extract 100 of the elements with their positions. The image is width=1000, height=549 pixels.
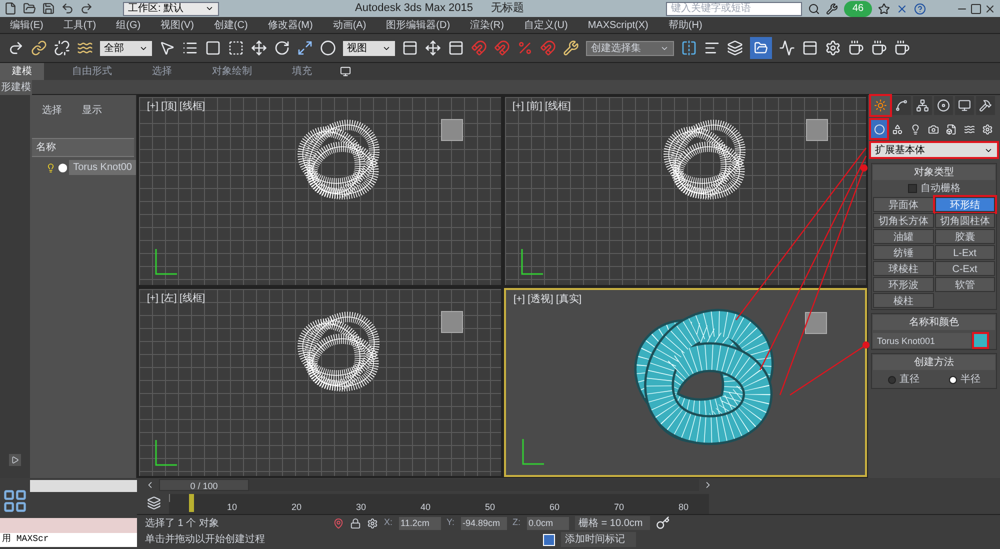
select-object-icon[interactable] [159, 40, 175, 56]
selection-filter-dropdown[interactable]: 全部 [100, 40, 152, 56]
search-icon[interactable] [808, 2, 820, 14]
radio-button[interactable] [888, 376, 896, 384]
menu-item[interactable]: 创建(C) [204, 18, 258, 32]
panel-tab-icon[interactable] [895, 99, 908, 112]
category-icon[interactable] [982, 124, 992, 134]
menu-item[interactable]: 编辑(E) [0, 18, 54, 32]
menu-item[interactable]: 视图(V) [150, 18, 204, 32]
time-slider[interactable]: 0 / 100 [159, 479, 699, 491]
viewport-layout-icon[interactable] [2, 488, 28, 514]
color-swatch[interactable] [974, 334, 987, 347]
time-tag-toggle[interactable] [543, 534, 555, 546]
z-coordinate-field[interactable]: 0.0cm [526, 516, 569, 530]
maxscript-mini-listener[interactable]: 用 MAXScr [0, 533, 137, 547]
viewport-label[interactable]: [+] [透视] [真实] [506, 290, 590, 306]
menu-item[interactable]: 工具(T) [53, 18, 106, 32]
maximize-icon[interactable] [970, 2, 982, 14]
viewport-label[interactable]: [+] [顶] [线框] [139, 97, 214, 114]
object-type-button[interactable]: 棱柱 [873, 293, 934, 308]
layers-icon[interactable] [727, 40, 743, 56]
object-type-button[interactable]: 切角长方体 [873, 213, 934, 228]
command-panel-tab[interactable] [934, 96, 953, 115]
current-frame-marker[interactable] [189, 494, 194, 512]
panel-tab-icon[interactable] [958, 99, 971, 112]
object-type-button[interactable]: 环形结 [934, 197, 995, 212]
explorer-scrollbar[interactable] [30, 480, 137, 492]
ribbon-tab[interactable]: 自由形式 [60, 63, 124, 80]
object-type-button[interactable]: 油罐 [873, 229, 934, 244]
light-bulb-icon[interactable] [46, 162, 56, 172]
time-slider-thumb[interactable]: 0 / 100 [159, 479, 249, 491]
command-panel-tab[interactable] [892, 96, 911, 115]
folder-icon[interactable] [754, 41, 768, 55]
menu-item[interactable]: MAXScript(X) [578, 18, 658, 32]
column-header[interactable]: 名称 [32, 138, 134, 157]
search-field[interactable]: 键入关键字或短语 [666, 2, 802, 16]
command-panel-tab[interactable] [976, 96, 995, 115]
lock-icon[interactable] [350, 518, 361, 528]
object-name-field[interactable]: Torus Knot001 [873, 333, 971, 348]
ribbon-tab[interactable]: 建模 [0, 63, 44, 80]
help-icon[interactable] [914, 2, 926, 14]
reference-coordinate-dropdown[interactable]: 视图 [343, 40, 395, 56]
menu-item[interactable]: 自定义(U) [514, 18, 578, 32]
category-icon[interactable] [892, 124, 902, 134]
object-type-button[interactable]: 异面体 [873, 197, 934, 212]
panel-tab-icon[interactable] [937, 99, 950, 112]
category-icon[interactable] [910, 124, 920, 134]
named-selection-dropdown[interactable]: 创建选择集 [586, 40, 674, 56]
explorer-menu-item[interactable]: 显示 [82, 103, 102, 118]
menu-item[interactable]: 帮助(H) [658, 18, 712, 32]
object-type-button[interactable]: 软管 [934, 277, 995, 292]
radio-button[interactable] [948, 376, 956, 384]
scene-explorer-toggle[interactable] [750, 37, 772, 59]
category-icon[interactable] [946, 124, 956, 134]
move-icon[interactable] [251, 40, 267, 56]
rollout-title[interactable]: 名称和颜色 [873, 315, 995, 330]
category-icon[interactable] [874, 124, 884, 134]
rollout-title[interactable]: 创建方法 [873, 355, 995, 370]
redo-icon[interactable] [80, 2, 93, 15]
waves-icon[interactable] [77, 40, 93, 56]
menu-item[interactable]: 渲染(R) [460, 18, 514, 32]
save-icon[interactable] [42, 2, 55, 15]
explorer-menu-item[interactable]: 选择 [42, 103, 62, 118]
unlink-icon[interactable] [54, 40, 70, 56]
object-type-button[interactable]: 球棱柱 [873, 261, 934, 276]
panel-tab-icon[interactable] [979, 99, 992, 112]
mirror-icon[interactable] [681, 40, 697, 56]
ribbon-tab[interactable]: 对象绘制 [200, 63, 264, 80]
add-time-tag[interactable]: 添加时间标记 [561, 532, 636, 547]
window-crossing-icon[interactable] [228, 40, 244, 56]
scene-object-row[interactable]: Torus Knot00 [69, 160, 136, 175]
category-dropdown[interactable]: 扩展基本体 [871, 143, 997, 157]
category-button[interactable] [871, 120, 887, 138]
ribbon-tab[interactable]: 填充 [280, 63, 324, 80]
y-coordinate-field[interactable]: -94.89cm [460, 516, 507, 530]
menu-item[interactable]: 动画(A) [322, 18, 376, 32]
link-icon[interactable] [31, 40, 47, 56]
rollout-title[interactable]: 对象类型 [873, 165, 995, 180]
object-type-button[interactable]: L-Ext [934, 245, 995, 260]
viewport-label[interactable]: [+] [左] [线框] [139, 288, 214, 306]
caret-icon[interactable] [205, 4, 214, 13]
panel-tab-icon[interactable] [916, 99, 929, 112]
x-coordinate-field[interactable]: 11.2cm [398, 516, 441, 530]
object-type-button[interactable]: C-Ext [934, 261, 995, 276]
redo-icon[interactable] [8, 40, 24, 56]
viewport[interactable]: [+] [前] [线框] [504, 96, 867, 286]
category-icon[interactable] [964, 124, 974, 134]
wrench-icon[interactable] [826, 2, 838, 14]
undo-icon[interactable] [61, 2, 74, 15]
rectangle-selection-icon[interactable] [205, 40, 221, 56]
menu-item[interactable]: 修改器(M) [258, 18, 323, 32]
notification-badge[interactable]: 46 [844, 0, 872, 16]
align-icon[interactable] [704, 40, 720, 56]
object-type-button[interactable]: 切角圆柱体 [934, 213, 995, 228]
ribbon-tab[interactable]: 选择 [140, 63, 184, 80]
object-type-button[interactable]: 环形波 [873, 277, 934, 292]
autogrid-checkbox[interactable] [908, 184, 916, 193]
menu-item[interactable]: 组(G) [106, 18, 151, 32]
command-panel-tab[interactable] [913, 96, 932, 115]
close-icon[interactable] [984, 2, 996, 14]
